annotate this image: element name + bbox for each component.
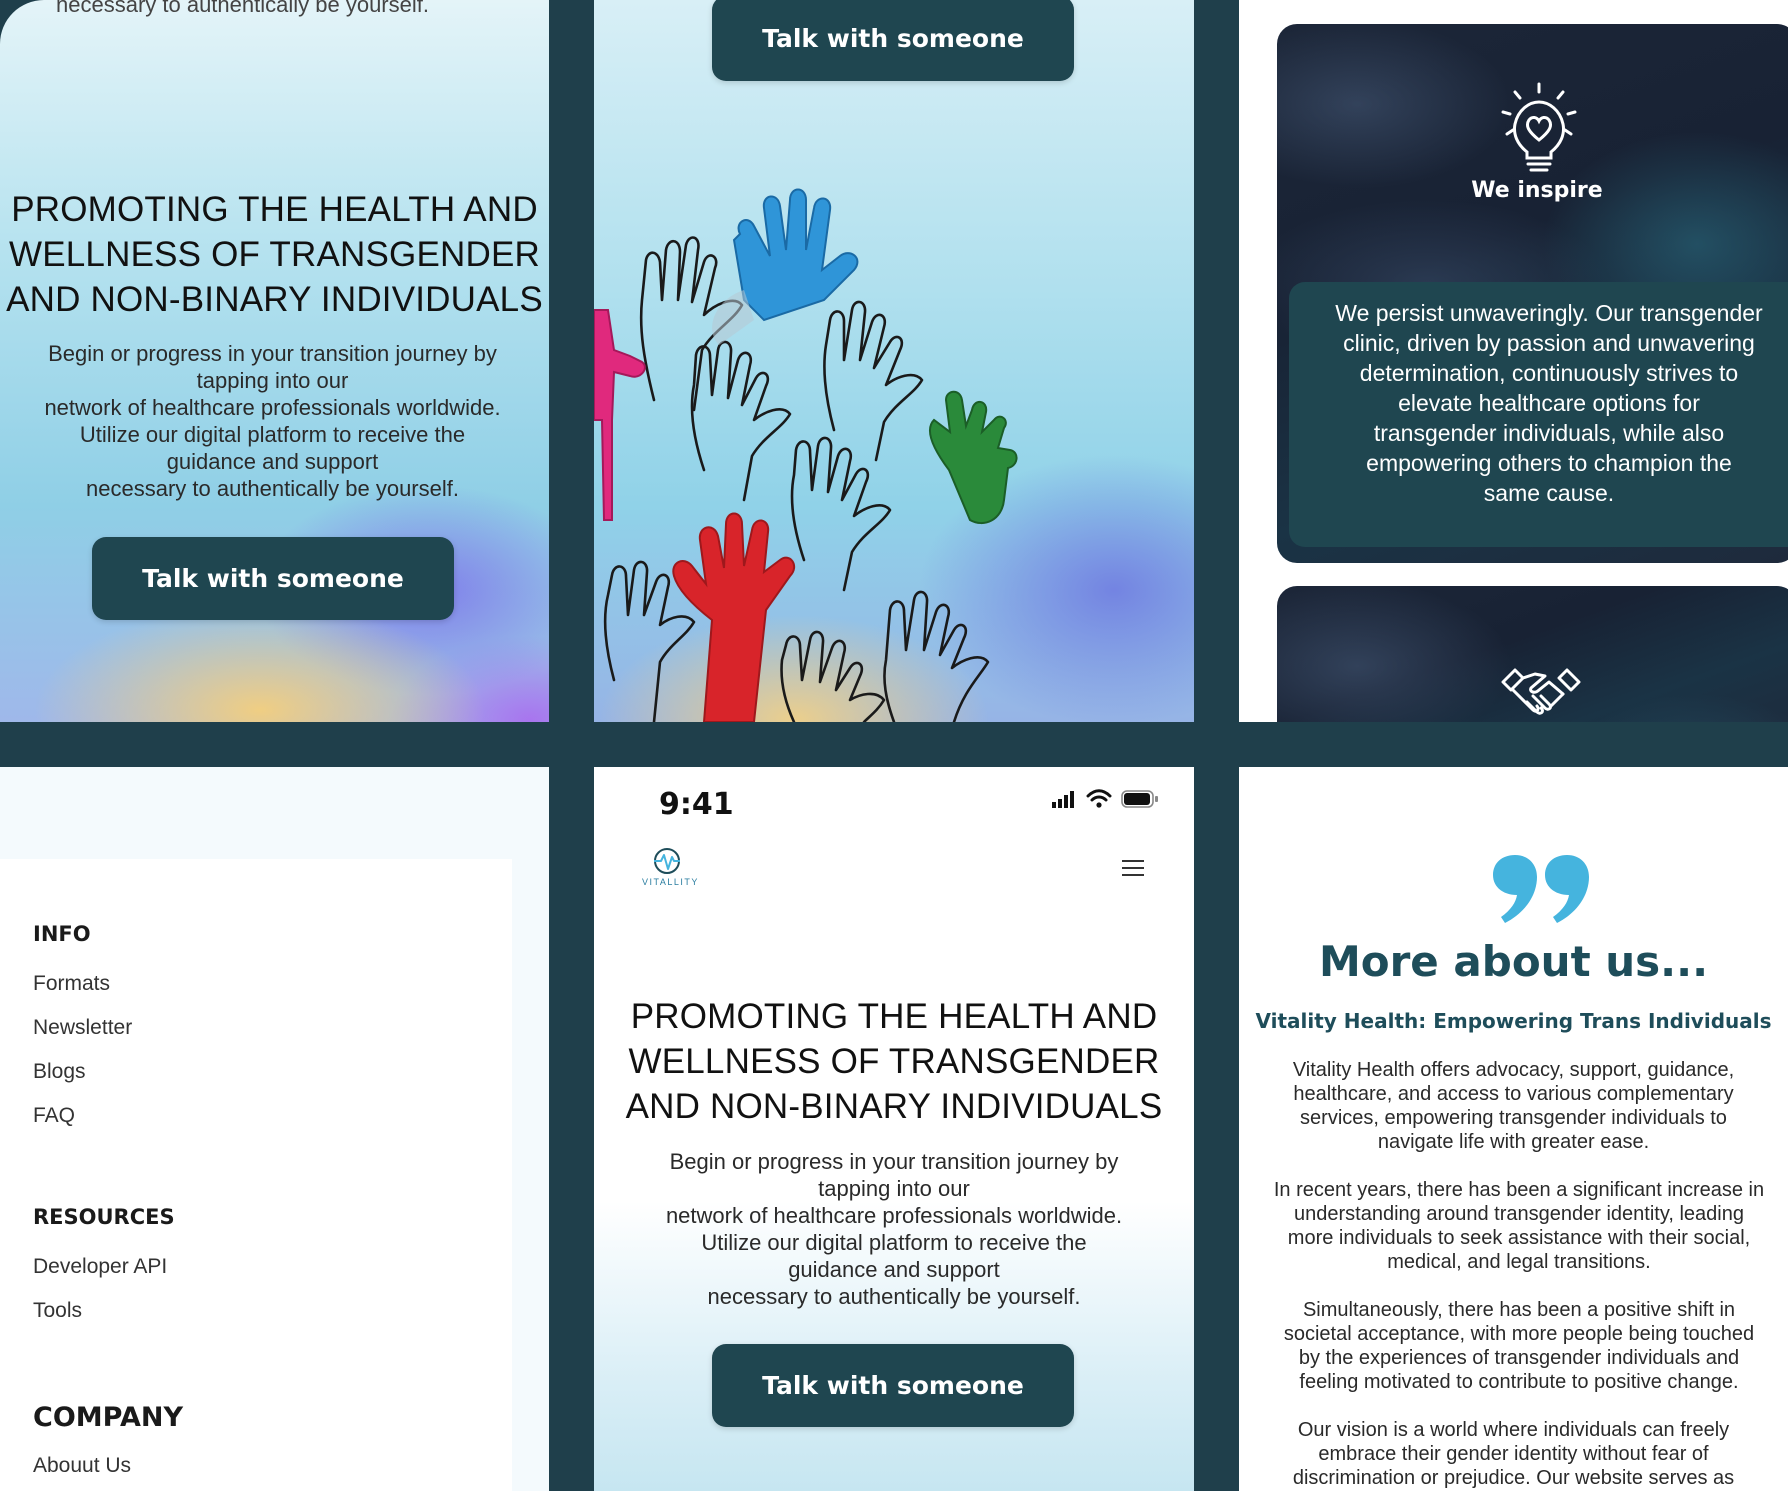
about-paragraph-line: In recent years, there has been a signif… [1273,1179,1765,1201]
quote-mark-icon [1493,855,1589,923]
signal-icon [1052,791,1074,808]
vitality-logo-text: VITALLITY [642,877,699,887]
blue-hand [712,188,859,345]
footer-link-faq[interactable]: FAQ [33,1104,75,1128]
footer-panel: INFO Formats Newsletter Blogs FAQ RESOUR… [0,767,549,1491]
about-panel: More about us... Vitality Health: Empowe… [1239,767,1788,1491]
footer-heading-info: INFO [33,922,91,946]
values-panel: We inspire We persist unwaveringly. Our … [1239,0,1788,722]
hamburger-menu-icon[interactable] [1122,859,1146,877]
footer-card [0,859,512,1491]
hero-title-line: AND NON-BINARY INDIVIDUALS [6,280,543,319]
hero-panel-left: necessary to authentically be yourself. … [0,0,549,722]
persist-text-line: same cause. [1483,480,1615,506]
talk-with-someone-button[interactable]: Talk with someone [712,1344,1074,1427]
about-paragraph-line: medical, and legal transitions. [1387,1251,1651,1273]
hero-description-line: network of healthcare professionals worl… [665,1203,1123,1228]
talk-with-someone-button[interactable]: Talk with someone [92,537,454,620]
about-paragraph-line: societal acceptance, with more people be… [1283,1323,1755,1345]
hero-description-line: guidance and support [166,449,379,474]
about-paragraph-2: In recent years, there has been a signif… [1239,1178,1788,1274]
pink-hand [594,309,646,521]
footer-link-newsletter[interactable]: Newsletter [33,1016,132,1040]
hero-description-line: Utilize our digital platform to receive … [79,422,466,447]
hero-title-line: PROMOTING THE HEALTH AND [630,997,1158,1036]
hero-description-line: Begin or progress in your transition jou… [669,1149,1119,1174]
footer-link-tools[interactable]: Tools [33,1299,82,1323]
about-paragraph-line: Simultaneously, there has been a positiv… [1302,1299,1736,1321]
hero-title-line: AND NON-BINARY INDIVIDUALS [625,1087,1163,1126]
about-heading: More about us... [1318,937,1709,986]
hero-title-line: PROMOTING THE HEALTH AND [11,190,538,229]
hero-description-line: tapping into our [818,1176,970,1201]
persist-text-line: determination, continuously strives to [1359,360,1739,386]
red-hand [672,512,796,722]
about-paragraph-line: more individuals to seek assistance with… [1287,1227,1751,1249]
hero-top-cut-text: necessary to authentically be yourself. [56,0,429,17]
outline-hand [690,340,792,502]
persist-text-box: We persist unwaveringly. Our transgender… [1289,282,1788,547]
hero-description-line: Begin or progress in your transition jou… [48,341,497,366]
hero-description-line: network of healthcare professionals worl… [44,395,501,420]
about-paragraph-line: Vitality Health offers advocacy, support… [1292,1059,1735,1081]
status-bar-time: 9:41 [659,787,734,822]
persist-text-line: We persist unwaveringly. Our transgender [1335,300,1763,326]
we-inspire-title: We inspire [1471,178,1603,203]
mobile-screen-panel: 9:41 VITALLITY PROMOTING THE HEALTH AND … [594,767,1194,1491]
hero-title-line: WELLNESS OF TRANSGENDER [8,235,540,274]
footer-heading-resources: RESOURCES [33,1205,175,1229]
second-value-card [1277,586,1788,722]
about-subheading: Vitality Health: Empowering Trans Indivi… [1255,1009,1772,1033]
about-paragraph-line: discrimination or prejudice. Our website… [1292,1467,1735,1489]
outline-hand [883,590,990,722]
hero-description-line: necessary to authentically be yourself. [707,1284,1081,1309]
hero-description: Begin or progress in your transition jou… [0,340,545,502]
lightbulb-heart-icon [1501,82,1577,172]
about-paragraph-line: services, empowering transgender individ… [1300,1107,1727,1129]
about-paragraph-line: understanding around transgender identit… [1294,1203,1744,1225]
about-paragraph-4: Our vision is a world where individuals … [1239,1418,1788,1490]
footer-link-developer-api[interactable]: Developer API [33,1255,167,1279]
handshake-icon [1501,668,1581,715]
about-paragraph-3: Simultaneously, there has been a positiv… [1239,1298,1788,1394]
footer-link-formats[interactable]: Formats [33,972,110,996]
persist-text-line: elevate healthcare options for [1398,390,1700,416]
we-inspire-card: We inspire We persist unwaveringly. Our … [1277,24,1788,563]
hero-description-line: guidance and support [788,1257,1000,1282]
about-paragraph-line: navigate life with greater ease. [1377,1131,1650,1153]
about-paragraph-line: Our vision is a world where individuals … [1297,1419,1730,1441]
hands-illustration-panel: Talk with someone [594,0,1194,722]
about-paragraph-line: by the experiences of transgender indivi… [1298,1347,1740,1369]
footer-link-blogs[interactable]: Blogs [33,1060,86,1084]
persist-text-line: clinic, driven by passion and unwavering [1343,330,1755,356]
outline-hand [823,300,924,462]
mobile-hero-title: PROMOTING THE HEALTH AND WELLNESS OF TRA… [594,994,1194,1129]
green-hand [929,390,1018,525]
wifi-icon [1086,789,1112,808]
persist-text: We persist unwaveringly. Our transgender… [1289,298,1788,508]
persist-text-line: transgender individuals, while also [1373,420,1725,446]
footer-heading-company: COMPANY [33,1402,183,1433]
persist-text-line: empowering others to champion the [1366,450,1732,476]
about-paragraph-line: healthcare, and access to various comple… [1293,1083,1734,1105]
vitality-logo-icon[interactable] [650,847,684,875]
about-paragraph-1: Vitality Health offers advocacy, support… [1239,1058,1788,1154]
about-paragraph-line: feeling motivated to contribute to posit… [1299,1371,1739,1393]
hero-description-line: Utilize our digital platform to receive … [701,1230,1087,1255]
hero-description-line: necessary to authentically be yourself. [86,476,459,501]
about-paragraph-line: embrace their gender identity without fe… [1318,1443,1709,1465]
mobile-hero-description: Begin or progress in your transition jou… [594,1148,1194,1310]
battery-icon [1121,790,1158,808]
hero-title: PROMOTING THE HEALTH AND WELLNESS OF TRA… [0,187,549,322]
raised-hands-illustration [594,188,1018,722]
footer-link-about-us[interactable]: Abouut Us [33,1454,131,1478]
hero-description-line: tapping into our [196,368,349,393]
outline-hand [780,630,886,722]
hero-title-line: WELLNESS OF TRANSGENDER [628,1042,1160,1081]
